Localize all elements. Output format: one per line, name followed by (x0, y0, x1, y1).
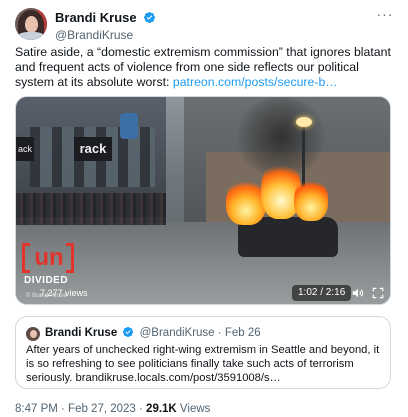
quoted-tweet-date: · Feb 26 (217, 327, 261, 339)
avatar-shirt (17, 32, 45, 40)
fire-flame (226, 177, 266, 225)
tweet-timestamp[interactable]: 8:47 PM · Feb 27, 2023 · (15, 403, 146, 415)
views-label: Views (176, 403, 211, 415)
quoted-author-handle: @BrandiKruse (139, 327, 215, 339)
street-lamp-globe (296, 117, 312, 127)
logo-subtitle: DIVIDED (24, 275, 69, 286)
more-horizontal-icon: ··· (376, 6, 394, 22)
fire-flame (294, 177, 328, 221)
video-time: 1:02 / 2:16 (292, 285, 352, 301)
logo-bracket-left (22, 243, 30, 273)
author-display-name[interactable]: Brandi Kruse (55, 10, 137, 25)
author-name-block: Brandi Kruse @BrandiKruse (55, 9, 156, 43)
undivided-logo: un (22, 243, 80, 277)
fullscreen-icon[interactable] (371, 286, 385, 300)
volume-icon[interactable] (351, 286, 365, 300)
logo-text: un (34, 244, 64, 271)
tweet-link[interactable]: patreon.com/posts/secure-b… (173, 75, 338, 89)
avatar-face (25, 16, 38, 33)
quoted-tweet-text: After years of unchecked right-wing extr… (26, 344, 380, 384)
tweet: Brandi Kruse @BrandiKruse ··· Satire asi… (0, 0, 408, 417)
quoted-tweet[interactable]: Brandi Kruse @BrandiKruse · Feb 26 After… (15, 316, 391, 389)
verified-badge-icon (144, 12, 156, 24)
verified-badge-icon (123, 326, 134, 338)
store-sign-small: ack (16, 137, 34, 161)
quoted-tweet-header: Brandi Kruse @BrandiKruse · Feb 26 (45, 326, 261, 341)
tweet-header: Brandi Kruse @BrandiKruse ··· (15, 6, 395, 42)
quoted-author-avatar (26, 327, 40, 341)
logo-bracket-right (66, 243, 74, 273)
views-count: 29.1K (146, 403, 177, 415)
more-options-button[interactable]: ··· (375, 6, 395, 24)
video-watermark: © Brandi Kruse (26, 293, 67, 299)
quoted-author-name: Brandi Kruse (45, 327, 118, 339)
store-sign: rack (74, 137, 112, 161)
street-sign (120, 113, 138, 139)
author-handle[interactable]: @BrandiKruse (55, 28, 156, 43)
avatar-face (30, 330, 37, 338)
video-player[interactable]: ack rack un DIVIDED 7,277 views © Brandi… (15, 96, 391, 305)
crowd (16, 193, 166, 225)
author-avatar[interactable] (15, 8, 47, 40)
tweet-text: Satire aside, a “domestic extremism comm… (15, 45, 395, 90)
tweet-meta: 8:47 PM · Feb 27, 2023 · 29.1K Views (15, 402, 210, 416)
